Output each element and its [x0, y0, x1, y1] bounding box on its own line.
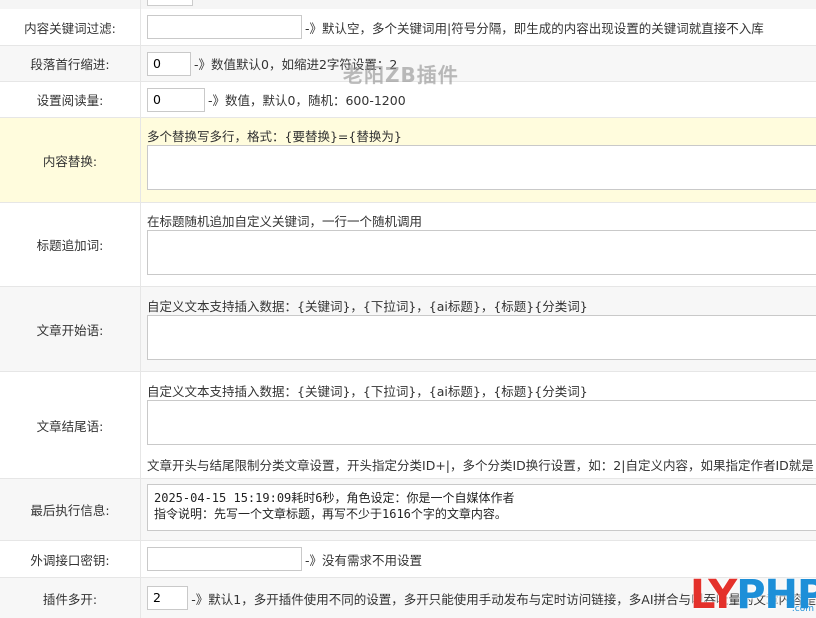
keyword-filter-input[interactable] — [147, 15, 302, 39]
multi-open-input[interactable]: 2 — [147, 586, 189, 610]
keyword-filter-label: 内容关键词过滤: — [0, 9, 141, 45]
last-exec-label: 最后执行信息: — [0, 479, 141, 540]
article-start-textarea[interactable] — [147, 315, 816, 360]
api-key-label: 外调接口密钥: — [0, 541, 141, 577]
row-last-exec: 最后执行信息: 2025-04-15 15:19:09耗时6秒，角色设定：你是一… — [0, 479, 816, 541]
article-start-label: 文章开始语: — [0, 287, 141, 371]
api-key-hint: -》没有需求不用设置 — [305, 552, 423, 568]
replace-desc: 多个替换写多行，格式：{要替换}={替换为} — [147, 129, 402, 144]
read-count-label: 设置阅读量: — [0, 82, 141, 117]
row-api-key: 外调接口密钥: -》没有需求不用设置 — [0, 541, 816, 578]
row-indent: 段落首行缩进: 0 -》数值默认0，如缩进2字符设置：2 — [0, 46, 816, 82]
row-multi-open: 插件多开: 2 -》默认1，多开插件使用不同的设置，多开只能使用手动发布与定时访… — [0, 578, 816, 618]
indent-hint: -》数值默认0，如缩进2字符设置：2 — [194, 57, 398, 72]
article-end-label: 文章结尾语: — [0, 372, 141, 478]
top-row-input-edge[interactable] — [147, 0, 193, 6]
multi-open-label: 插件多开: — [0, 578, 141, 618]
replace-label: 内容替换: — [0, 118, 141, 202]
title-words-textarea[interactable] — [147, 230, 816, 275]
article-end-note: 文章开头与结尾限制分类文章设置，开头指定分类ID+|，多个分类ID换行设置，如：… — [147, 458, 814, 473]
keyword-filter-hint: -》默认空，多个关键词用|符号分隔，即生成的内容出现设置的关键词就直接不入库 — [305, 20, 764, 36]
article-end-desc: 自定义文本支持插入数据：{关键词}，{下拉词}，{ai标题}，{标题}{分类词} — [147, 384, 588, 399]
article-end-textarea[interactable] — [147, 400, 816, 445]
indent-input[interactable]: 0 — [147, 51, 191, 76]
last-exec-line-1: 2025-04-15 15:19:09耗时6秒，角色设定：你是一个自媒体作者 — [154, 491, 515, 505]
last-exec-textarea[interactable]: 2025-04-15 15:19:09耗时6秒，角色设定：你是一个自媒体作者 指令… — [147, 484, 816, 531]
replace-textarea[interactable] — [147, 145, 816, 190]
row-read-count: 设置阅读量: 0 -》数值，默认0，随机：600-1200 — [0, 82, 816, 118]
row-article-end: 文章结尾语: 自定义文本支持插入数据：{关键词}，{下拉词}，{ai标题}，{标… — [0, 372, 816, 479]
read-count-hint: -》数值，默认0，随机：600-1200 — [208, 93, 406, 108]
multi-open-hint: -》默认1，多开插件使用不同的设置，多开只能使用手动发布与定时访问链接，多AI拼… — [191, 591, 816, 607]
title-words-label: 标题追加词: — [0, 203, 141, 286]
title-words-desc: 在标题随机追加自定义关键词，一行一个随机调用 — [147, 214, 423, 229]
row-replace: 内容替换: 多个替换写多行，格式：{要替换}={替换为} — [0, 118, 816, 203]
row-keyword-filter: 内容关键词过滤: -》默认空，多个关键词用|符号分隔，即生成的内容出现设置的关键… — [0, 9, 816, 46]
top-row-label-cell — [0, 0, 141, 9]
api-key-input[interactable] — [147, 547, 302, 571]
row-article-start: 文章开始语: 自定义文本支持插入数据：{关键词}，{下拉词}，{ai标题}，{标… — [0, 287, 816, 372]
last-exec-line-2: 指令说明：先写一个文章标题，再写不少于1616个字的文章内容。 — [154, 507, 507, 521]
indent-label: 段落首行缩进: — [0, 46, 141, 81]
article-start-desc: 自定义文本支持插入数据：{关键词}，{下拉词}，{ai标题}，{标题}{分类词} — [147, 299, 588, 314]
read-count-input[interactable]: 0 — [147, 87, 205, 112]
row-title-words: 标题追加词: 在标题随机追加自定义关键词，一行一个随机调用 — [0, 203, 816, 287]
